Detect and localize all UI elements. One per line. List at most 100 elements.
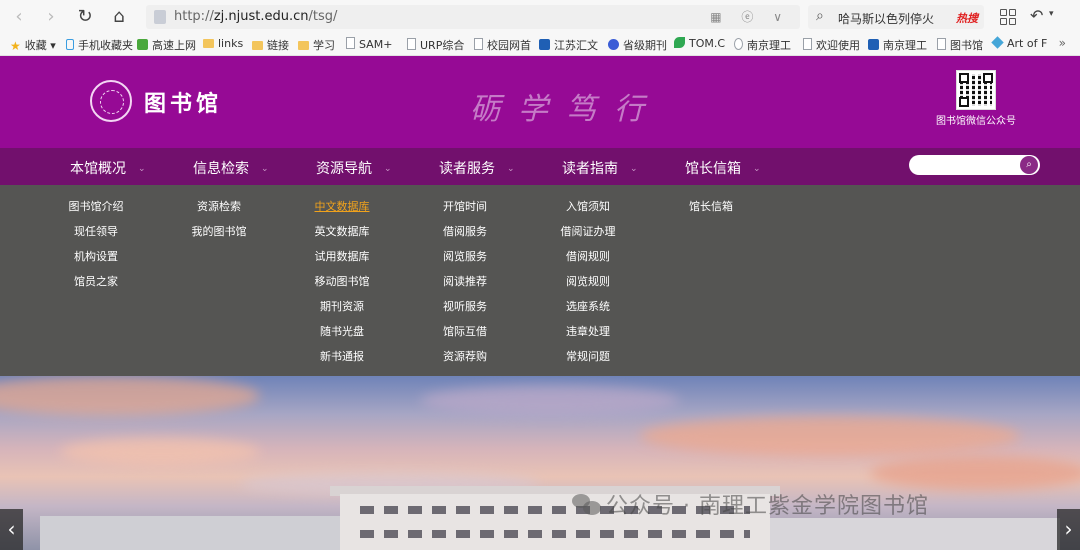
nav-item-resources[interactable]: 资源导航 ⌄	[316, 158, 392, 178]
site-search-input[interactable]: ⌕	[909, 155, 1040, 175]
motto-calligraphy: 砺学笃行	[470, 92, 662, 127]
bookmark-item[interactable]: 链接	[252, 37, 289, 53]
menu-column-reader-services: 开馆时间 借阅服务 阅览服务 阅读推荐 视听服务 馆际互借 资源荐购	[410, 199, 520, 374]
menu-item[interactable]: 随书光盘	[287, 324, 397, 349]
menu-item[interactable]: 阅览规则	[533, 274, 643, 299]
menu-item[interactable]: 视听服务	[410, 299, 520, 324]
nav-item-reader-guide[interactable]: 读者指南 ⌄	[562, 158, 638, 178]
url-text: http://zj.njust.edu.cn/tsg/	[174, 9, 337, 24]
menu-item[interactable]: 现任领导	[41, 224, 151, 249]
nav-item-reader-services[interactable]: 读者服务 ⌄	[439, 158, 515, 178]
menu-item[interactable]: 违章处理	[533, 324, 643, 349]
menu-item[interactable]: 英文数据库	[287, 224, 397, 249]
menu-item[interactable]: 我的图书馆	[164, 224, 274, 249]
banner-next-button[interactable]: ›	[1057, 509, 1080, 550]
menu-item[interactable]: 图书馆介绍	[41, 199, 151, 224]
chevron-down-icon: ⌄	[753, 164, 761, 174]
security-shield-icon	[154, 10, 166, 24]
bookmarks-bar: ★ 收藏 ▾ 手机收藏夹 高速上网 links 链接 学习 SAM+ URP综合 …	[0, 33, 1080, 56]
menu-item[interactable]: 入馆须知	[533, 199, 643, 224]
browser-search-box[interactable]: ⌕ 哈马斯以色列停火 热搜	[808, 5, 984, 29]
bookmark-item[interactable]: URP综合	[407, 37, 464, 53]
hero-banner-photo	[0, 376, 1080, 550]
menu-item[interactable]: 阅读推荐	[410, 274, 520, 299]
address-bar-action-icons[interactable]: ▦ ⓔ ∨	[710, 8, 790, 25]
banner-prev-button[interactable]: ‹	[0, 509, 23, 550]
undo-icon[interactable]: ↶	[1030, 6, 1043, 25]
menu-item-highlighted[interactable]: 中文数据库	[287, 199, 397, 224]
menu-item[interactable]: 选座系统	[533, 299, 643, 324]
chevron-down-icon: ⌄	[384, 164, 392, 174]
chevron-down-icon: ⌄	[507, 164, 515, 174]
menu-item[interactable]: 馆长信箱	[656, 199, 766, 224]
bookmark-item[interactable]: SAM+	[346, 37, 392, 51]
address-bar[interactable]: http://zj.njust.edu.cn/tsg/ ▦ ⓔ ∨	[146, 5, 800, 29]
bookmark-item[interactable]: TOM.C	[674, 37, 725, 50]
folder-icon	[203, 39, 214, 48]
university-emblem-logo[interactable]	[90, 80, 132, 122]
hot-search-badge[interactable]: 热搜	[956, 10, 978, 26]
menu-item[interactable]: 新书通报	[287, 349, 397, 374]
bookmark-item[interactable]: 南京理工	[734, 37, 791, 53]
nav-item-info-search[interactable]: 信息检索 ⌄	[193, 158, 269, 178]
banner-cloud	[60, 438, 260, 466]
bookmark-item[interactable]: 江苏汇文	[539, 37, 598, 53]
menu-item[interactable]: 常规问题	[533, 349, 643, 374]
menu-item[interactable]: 试用数据库	[287, 249, 397, 274]
bookmark-item[interactable]: links	[203, 37, 243, 50]
folder-icon	[252, 41, 263, 50]
bookmark-item[interactable]: 高速上网	[137, 37, 196, 53]
menu-item[interactable]: 借阅证办理	[533, 224, 643, 249]
menu-item[interactable]: 期刊资源	[287, 299, 397, 324]
menu-item[interactable]: 馆员之家	[41, 274, 151, 299]
bookmark-item[interactable]: 学习	[298, 37, 335, 53]
menu-item[interactable]: 移动图书馆	[287, 274, 397, 299]
banner-cloud	[420, 386, 680, 416]
bookmark-item[interactable]: 手机收藏夹	[66, 37, 133, 53]
back-button[interactable]: ‹	[8, 6, 30, 28]
search-icon[interactable]: ⌕	[1020, 156, 1038, 174]
menu-item[interactable]: 借阅规则	[533, 249, 643, 274]
page-icon	[346, 37, 355, 49]
home-button[interactable]: ⌂	[108, 6, 130, 28]
menu-item[interactable]: 资源检索	[164, 199, 274, 224]
page-icon	[803, 38, 812, 50]
reload-button[interactable]: ↻	[74, 6, 96, 28]
bookmark-item[interactable]: 南京理工	[868, 37, 927, 53]
bookmark-item[interactable]: ★ 收藏 ▾	[10, 37, 56, 53]
menu-item[interactable]: 开馆时间	[410, 199, 520, 224]
main-navigation: 本馆概况 ⌄ 信息检索 ⌄ 资源导航 ⌄ 读者服务 ⌄ 读者指南 ⌄ 馆长信箱 ⌄ ⌕	[0, 148, 1080, 185]
search-icon: ⌕	[816, 8, 824, 24]
chevron-down-icon: ⌄	[630, 164, 638, 174]
building-windows	[360, 530, 750, 538]
bookmark-item[interactable]: 省级期刊	[608, 37, 667, 53]
bookmark-item[interactable]: 图书馆	[937, 37, 983, 53]
bookmark-item[interactable]: Art of F	[991, 36, 1047, 50]
browser-search-text: 哈马斯以色列停火	[838, 12, 935, 26]
chevron-down-icon[interactable]: ▾	[1049, 9, 1054, 19]
dropdown-mega-menu: 图书馆介绍 现任领导 机构设置 馆员之家 资源检索 我的图书馆 中文数据库 英文…	[0, 185, 1080, 376]
nav-item-director-mailbox[interactable]: 馆长信箱 ⌄	[685, 158, 761, 178]
menu-item[interactable]: 借阅服务	[410, 224, 520, 249]
bookmark-item[interactable]: 校园网首	[474, 37, 531, 53]
menu-item[interactable]: 机构设置	[41, 249, 151, 274]
nav-item-about[interactable]: 本馆概况 ⌄	[70, 158, 146, 178]
chevron-right-icon: ›	[1064, 517, 1073, 541]
chevron-down-icon: ⌄	[138, 164, 146, 174]
url-prefix: http://	[174, 9, 214, 24]
apps-grid-icon[interactable]	[1000, 9, 1016, 25]
page-icon	[474, 38, 483, 50]
home-icon: ⌂	[113, 6, 125, 27]
bookmark-item[interactable]: 欢迎使用	[803, 37, 860, 53]
wechat-qr-code	[956, 70, 996, 110]
forward-button[interactable]: ›	[40, 6, 62, 28]
menu-item[interactable]: 馆际互借	[410, 324, 520, 349]
menu-item[interactable]: 阅览服务	[410, 249, 520, 274]
qr-caption: 图书馆微信公众号	[936, 116, 1016, 127]
library-logo-text[interactable]: 图书馆	[144, 86, 222, 118]
menu-item[interactable]: 资源荐购	[410, 349, 520, 374]
banner-building	[770, 518, 1060, 550]
leaf-icon	[674, 37, 685, 48]
chevron-down-icon: ⌄	[261, 164, 269, 174]
bookmarks-overflow-button[interactable]: »	[1059, 36, 1066, 50]
